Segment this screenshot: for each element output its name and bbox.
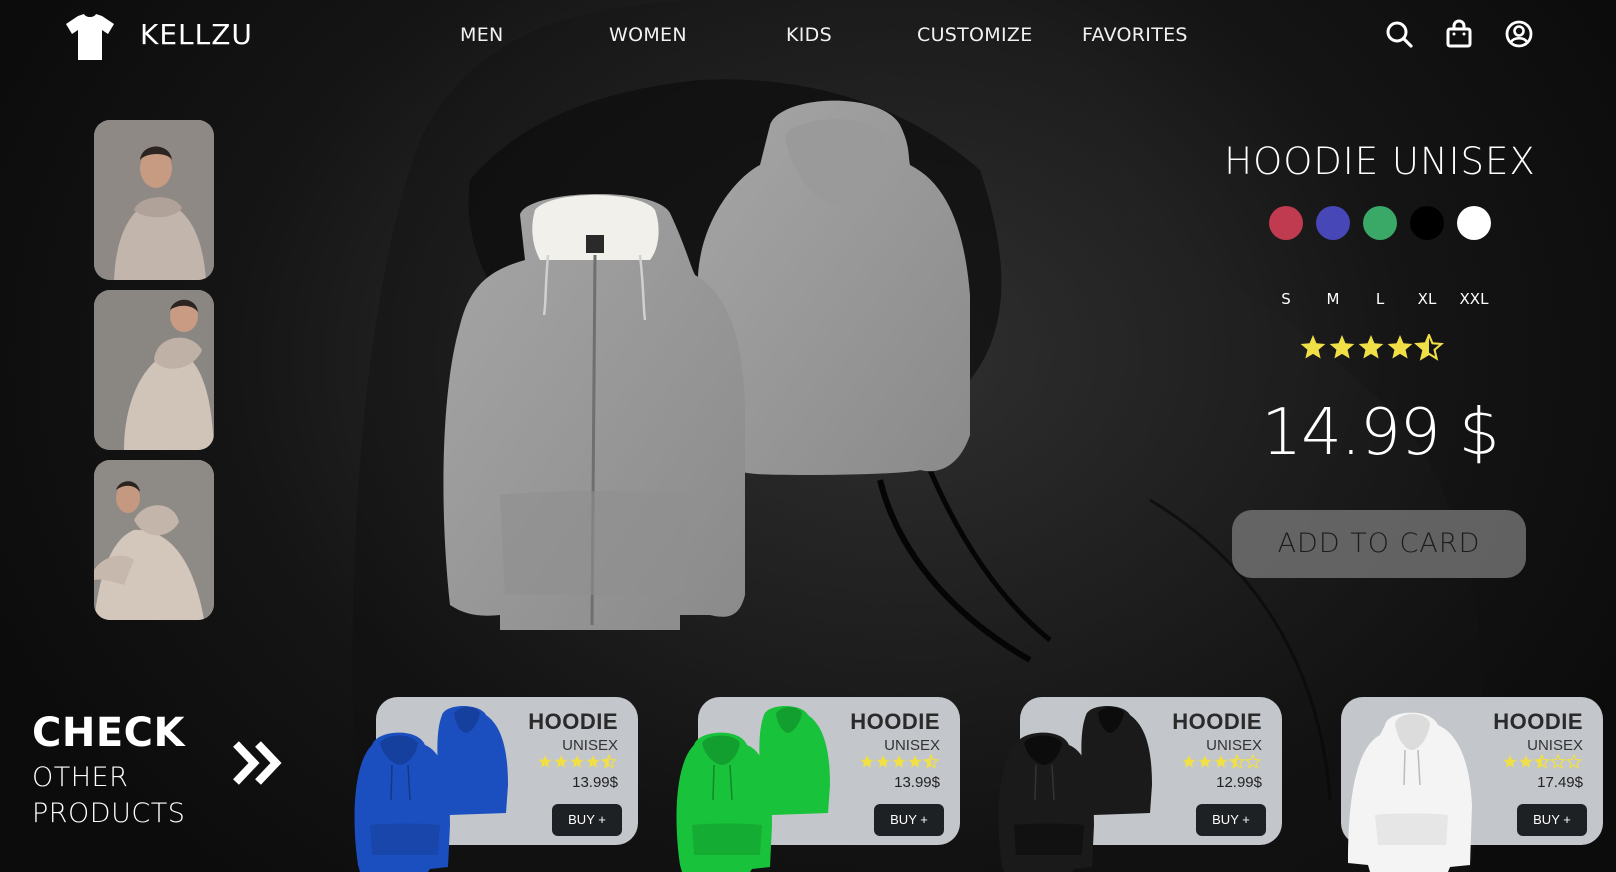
star-icon: [1300, 335, 1326, 359]
model-front-image: [94, 120, 214, 280]
double-chevron-right-icon[interactable]: [232, 738, 286, 788]
card-rating-stars: [538, 754, 618, 769]
product-card[interactable]: HOODIE UNISEX 13.99$ BUY +: [376, 697, 638, 845]
card-title: HOODIE: [1493, 709, 1583, 734]
product-card[interactable]: HOODIE UNISEX 12.99$ BUY +: [1020, 697, 1282, 845]
card-subtitle: UNISEX: [884, 737, 940, 754]
star-icon: [876, 755, 890, 768]
color-swatch-blue[interactable]: [1316, 206, 1350, 240]
buy-button[interactable]: BUY +: [1517, 804, 1587, 836]
star-icon: [1329, 335, 1355, 359]
star-icon: [1549, 754, 1567, 769]
card-subtitle: UNISEX: [1527, 737, 1583, 754]
star-icon: [1519, 755, 1533, 768]
star-icon: [570, 755, 584, 768]
search-icon[interactable]: [1384, 19, 1414, 49]
star-icon: [892, 755, 906, 768]
nav-link-women[interactable]: WOMEN: [609, 24, 687, 46]
thumbnail-model-back[interactable]: [94, 290, 214, 450]
card-rating-stars: [1182, 754, 1262, 769]
product-card[interactable]: HOODIE UNISEX 13.99$ BUY +: [698, 697, 960, 845]
star-icon: [908, 755, 922, 768]
card-title: HOODIE: [1172, 709, 1262, 734]
product-title: HOODIE UNISEX: [1224, 140, 1536, 183]
star-icon: [1198, 755, 1212, 768]
add-to-cart-button[interactable]: ADD TO CARD: [1232, 510, 1526, 578]
card-title: HOODIE: [850, 709, 940, 734]
color-swatch-white[interactable]: [1457, 206, 1491, 240]
card-subtitle: UNISEX: [1206, 737, 1262, 754]
nav-link-customize[interactable]: CUSTOMIZE: [917, 24, 1033, 46]
nav-link-kids[interactable]: KIDS: [786, 24, 832, 46]
size-option-xl[interactable]: XL: [1407, 290, 1447, 308]
product-price: 14.99 $: [1261, 396, 1499, 470]
star-icon: [1182, 755, 1196, 768]
buy-button[interactable]: BUY +: [874, 804, 944, 836]
card-price: 13.99$: [894, 774, 940, 791]
nav-link-favorites[interactable]: FAVORITES: [1082, 24, 1188, 46]
tshirt-icon[interactable]: [64, 10, 116, 62]
main-product-image: [443, 100, 970, 630]
size-option-l[interactable]: L: [1360, 290, 1400, 308]
card-price: 12.99$: [1216, 774, 1262, 791]
account-icon[interactable]: [1504, 19, 1534, 49]
card-rating-stars: [1503, 754, 1583, 769]
star-icon: [586, 755, 600, 768]
buy-button[interactable]: BUY +: [1196, 804, 1266, 836]
star-icon: [554, 755, 568, 768]
thumbnail-model-side[interactable]: [94, 460, 214, 620]
color-swatch-green[interactable]: [1363, 206, 1397, 240]
model-back-image: [94, 290, 214, 450]
top-navigation: KELLZU MEN WOMEN KIDS CUSTOMIZE FAVORITE…: [0, 0, 1616, 70]
model-side-image: [94, 460, 214, 620]
brand-name[interactable]: KELLZU: [140, 18, 253, 51]
star-icon: [1244, 754, 1262, 769]
star-icon: [538, 755, 552, 768]
product-rating-stars: [1300, 334, 1444, 361]
card-price: 13.99$: [572, 774, 618, 791]
card-title: HOODIE: [528, 709, 618, 734]
product-card[interactable]: HOODIE UNISEX 17.49$ BUY +: [1341, 697, 1603, 845]
star-icon: [1358, 335, 1384, 359]
star-icon: [1565, 754, 1583, 769]
card-price: 17.49$: [1537, 774, 1583, 791]
thumbnail-model-front[interactable]: [94, 120, 214, 280]
check-heading: CHECK: [32, 710, 186, 756]
star-icon: [1387, 335, 1413, 359]
buy-button[interactable]: BUY +: [552, 804, 622, 836]
check-subheading-line2: PRODUCTS: [32, 798, 186, 829]
size-option-xxl[interactable]: XXL: [1454, 290, 1494, 308]
size-option-s[interactable]: S: [1266, 290, 1306, 308]
star-icon: [1503, 755, 1517, 768]
star-icon: [1214, 755, 1228, 768]
card-subtitle: UNISEX: [562, 737, 618, 754]
star-icon: [860, 755, 874, 768]
color-swatch-black[interactable]: [1410, 206, 1444, 240]
nav-link-men[interactable]: MEN: [460, 24, 504, 46]
card-rating-stars: [860, 754, 940, 769]
size-option-m[interactable]: M: [1313, 290, 1353, 308]
shopping-bag-icon[interactable]: [1444, 19, 1474, 49]
color-swatch-red[interactable]: [1269, 206, 1303, 240]
check-subheading-line1: OTHER: [32, 762, 129, 793]
